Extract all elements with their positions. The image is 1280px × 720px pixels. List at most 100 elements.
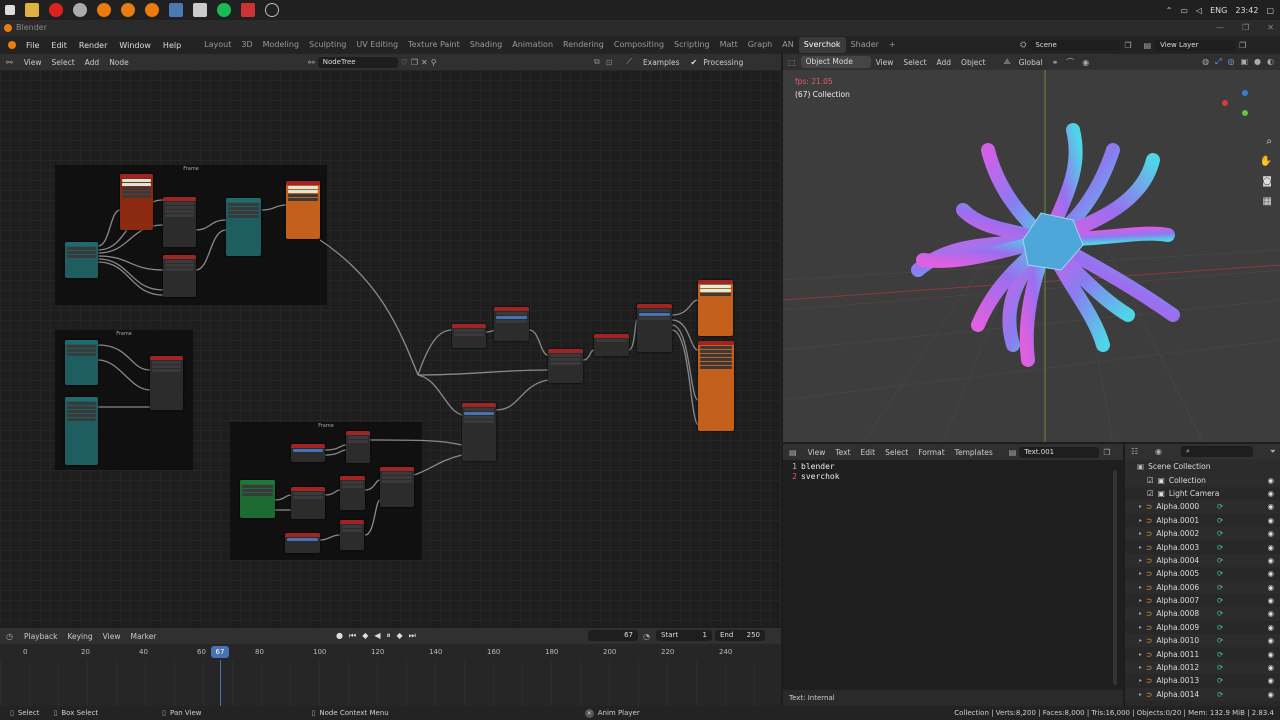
text-line[interactable]: sverchok bbox=[797, 472, 840, 482]
snap-magnet-icon[interactable]: ⌒ bbox=[1062, 57, 1078, 68]
view-layer-field[interactable]: View Layer bbox=[1155, 39, 1236, 51]
outliner-item[interactable]: ▸ ⊃ Alpha.0014 ⟳ ◉ bbox=[1125, 687, 1280, 702]
minimize-icon[interactable]: — bbox=[1216, 20, 1224, 36]
pause-icon[interactable]: ⏸ bbox=[387, 631, 391, 641]
tab-graph[interactable]: Graph bbox=[743, 37, 778, 53]
processing-toggle[interactable]: Processing bbox=[703, 58, 748, 67]
eye-icon[interactable]: ◉ bbox=[1267, 543, 1274, 552]
node-mesh-viewer[interactable] bbox=[698, 341, 734, 431]
eye-icon[interactable]: ◉ bbox=[1267, 676, 1274, 685]
display-mode-icon[interactable]: ◉ bbox=[1155, 447, 1162, 456]
folder-icon[interactable] bbox=[25, 3, 39, 17]
node-editor-canvas[interactable]: Frame Frame Frame bbox=[0, 70, 781, 626]
node-list-item-1[interactable] bbox=[163, 197, 196, 247]
tab-texture-paint[interactable]: Texture Paint bbox=[403, 37, 465, 53]
tab-shading[interactable]: Shading bbox=[465, 37, 508, 53]
examples-menu[interactable]: Examples bbox=[638, 58, 684, 67]
next-keyframe-icon[interactable]: ◆ bbox=[397, 631, 403, 641]
eye-icon[interactable]: ◉ bbox=[1267, 583, 1274, 592]
timeline-area[interactable] bbox=[0, 660, 781, 706]
checkbox-icon[interactable]: ☑ bbox=[1147, 476, 1154, 485]
eye-icon[interactable]: ◉ bbox=[1267, 609, 1274, 618]
record-icon[interactable]: ● bbox=[336, 631, 343, 641]
eye-icon[interactable]: ◉ bbox=[1267, 596, 1274, 605]
node-math-2[interactable] bbox=[291, 487, 325, 519]
stopwatch-icon[interactable]: ◔ bbox=[643, 632, 650, 641]
node-join-lists[interactable] bbox=[226, 198, 261, 256]
node-viewer-draw-1[interactable] bbox=[120, 174, 153, 230]
processing-checkbox-icon[interactable]: ✔ bbox=[690, 58, 697, 67]
timeline-menu-marker[interactable]: Marker bbox=[125, 632, 161, 641]
prev-keyframe-icon[interactable]: ◆ bbox=[362, 631, 368, 641]
outliner-item[interactable]: ▸ ⊃ Alpha.0003 ⟳ ◉ bbox=[1125, 540, 1280, 553]
tab-modeling[interactable]: Modeling bbox=[258, 37, 304, 53]
duplicate-tree-icon[interactable]: ❐ bbox=[411, 58, 418, 67]
blender-menu-icon[interactable] bbox=[8, 41, 16, 49]
eye-icon[interactable]: ◉ bbox=[1267, 569, 1274, 578]
timeline-type-icon[interactable]: ◷ bbox=[0, 632, 19, 641]
new-text-icon[interactable]: ❐ bbox=[1099, 448, 1110, 457]
close-icon[interactable]: ✕ bbox=[1267, 20, 1274, 36]
photos-icon[interactable] bbox=[169, 3, 183, 17]
outliner-item[interactable]: ▸ ⊃ Alpha.0000 ⟳ ◉ bbox=[1125, 500, 1280, 514]
node-math-3[interactable] bbox=[285, 533, 320, 553]
editor-type-icon[interactable]: ⚯ bbox=[0, 58, 19, 67]
playhead-marker[interactable]: 67 bbox=[211, 646, 229, 658]
outliner-item[interactable]: ☑ ▣ Light Camera ◉ bbox=[1125, 487, 1280, 500]
node-viewer-draw-3[interactable] bbox=[698, 280, 733, 336]
timeline-ruler[interactable]: 0 20 40 60 80 100 120 140 160 180 200 220 240 67 bbox=[0, 644, 781, 660]
text-menu-view[interactable]: View bbox=[803, 448, 831, 457]
timeline-menu-playback[interactable]: Playback bbox=[19, 632, 62, 641]
chevron-up-icon[interactable]: ⌃ bbox=[1166, 6, 1173, 15]
tab-compositing[interactable]: Compositing bbox=[609, 37, 669, 53]
vp-menu-select[interactable]: Select bbox=[898, 58, 931, 67]
node-polyline[interactable] bbox=[637, 304, 672, 352]
node-matrix-apply[interactable] bbox=[150, 356, 183, 410]
node-vector-out-2[interactable] bbox=[340, 476, 365, 510]
shading-solid-icon[interactable]: ● bbox=[1254, 57, 1261, 67]
pan-hand-icon[interactable]: ✋ bbox=[1260, 156, 1272, 167]
view-layer-icon[interactable]: ▤ bbox=[1144, 41, 1152, 50]
menu-edit[interactable]: Edit bbox=[45, 41, 73, 50]
node-number-range[interactable] bbox=[494, 307, 529, 341]
vp-menu-add[interactable]: Add bbox=[932, 58, 957, 67]
language-indicator[interactable]: ENG bbox=[1210, 6, 1227, 15]
outliner-item[interactable]: ▸ ⊃ Alpha.0002 ⟳ ◉ bbox=[1125, 526, 1280, 541]
cancel-anim-icon[interactable]: ✕ bbox=[584, 708, 594, 718]
jump-end-icon[interactable]: ⏭ bbox=[409, 631, 416, 641]
blender-taskbar-icon-3[interactable] bbox=[145, 3, 159, 17]
tab-rendering[interactable]: Rendering bbox=[558, 37, 609, 53]
pin-icon[interactable]: ⚲ bbox=[431, 58, 437, 67]
viewport-editor-type-icon[interactable]: ⬚ bbox=[783, 58, 801, 67]
eye-icon[interactable]: ◉ bbox=[1267, 489, 1274, 498]
outliner-search-field[interactable]: ⌕ bbox=[1181, 446, 1253, 457]
scene-icon[interactable]: ⛭ bbox=[1020, 40, 1026, 50]
node-vector-in[interactable] bbox=[548, 349, 583, 383]
eye-icon[interactable]: ◉ bbox=[1267, 650, 1274, 659]
play-reverse-icon[interactable]: ◀ bbox=[374, 631, 380, 641]
node-tree-field[interactable]: NodeTree bbox=[317, 56, 398, 68]
unlink-tree-icon[interactable]: ✕ bbox=[421, 58, 428, 67]
xray-icon[interactable]: ▣ bbox=[1240, 57, 1248, 67]
node-menu-select[interactable]: Select bbox=[47, 58, 80, 67]
outliner-item[interactable]: ▸ ⊃ Alpha.0001 ⟳ ◉ bbox=[1125, 514, 1280, 527]
pivot-icon[interactable]: ⚭ bbox=[1048, 58, 1063, 67]
maximize-icon[interactable]: ❐ bbox=[1242, 20, 1249, 36]
text-menu-select[interactable]: Select bbox=[880, 448, 913, 457]
text-file-field[interactable]: Text.001 bbox=[1019, 446, 1100, 458]
outliner-type-icon[interactable]: ☷ bbox=[1131, 447, 1138, 456]
outliner-item[interactable]: ☑ ▣ Collection ◉ bbox=[1125, 473, 1280, 487]
windows-start-icon[interactable] bbox=[5, 5, 15, 15]
vp-menu-view[interactable]: View bbox=[871, 58, 899, 67]
outliner-scene-collection[interactable]: ▣ Scene Collection bbox=[1125, 460, 1280, 474]
timeline-menu-view[interactable]: View bbox=[98, 632, 126, 641]
checkbox-icon[interactable]: ☑ bbox=[1147, 489, 1154, 498]
node-matrix-in[interactable] bbox=[380, 467, 414, 507]
node-list-item-2[interactable] bbox=[163, 255, 196, 297]
node-math-1[interactable] bbox=[291, 444, 325, 462]
mail-icon[interactable] bbox=[193, 3, 207, 17]
menu-window[interactable]: Window bbox=[113, 41, 157, 50]
eye-icon[interactable]: ◉ bbox=[1267, 663, 1274, 672]
text-scrollbar[interactable] bbox=[1113, 470, 1117, 685]
node-plane[interactable] bbox=[65, 397, 98, 465]
